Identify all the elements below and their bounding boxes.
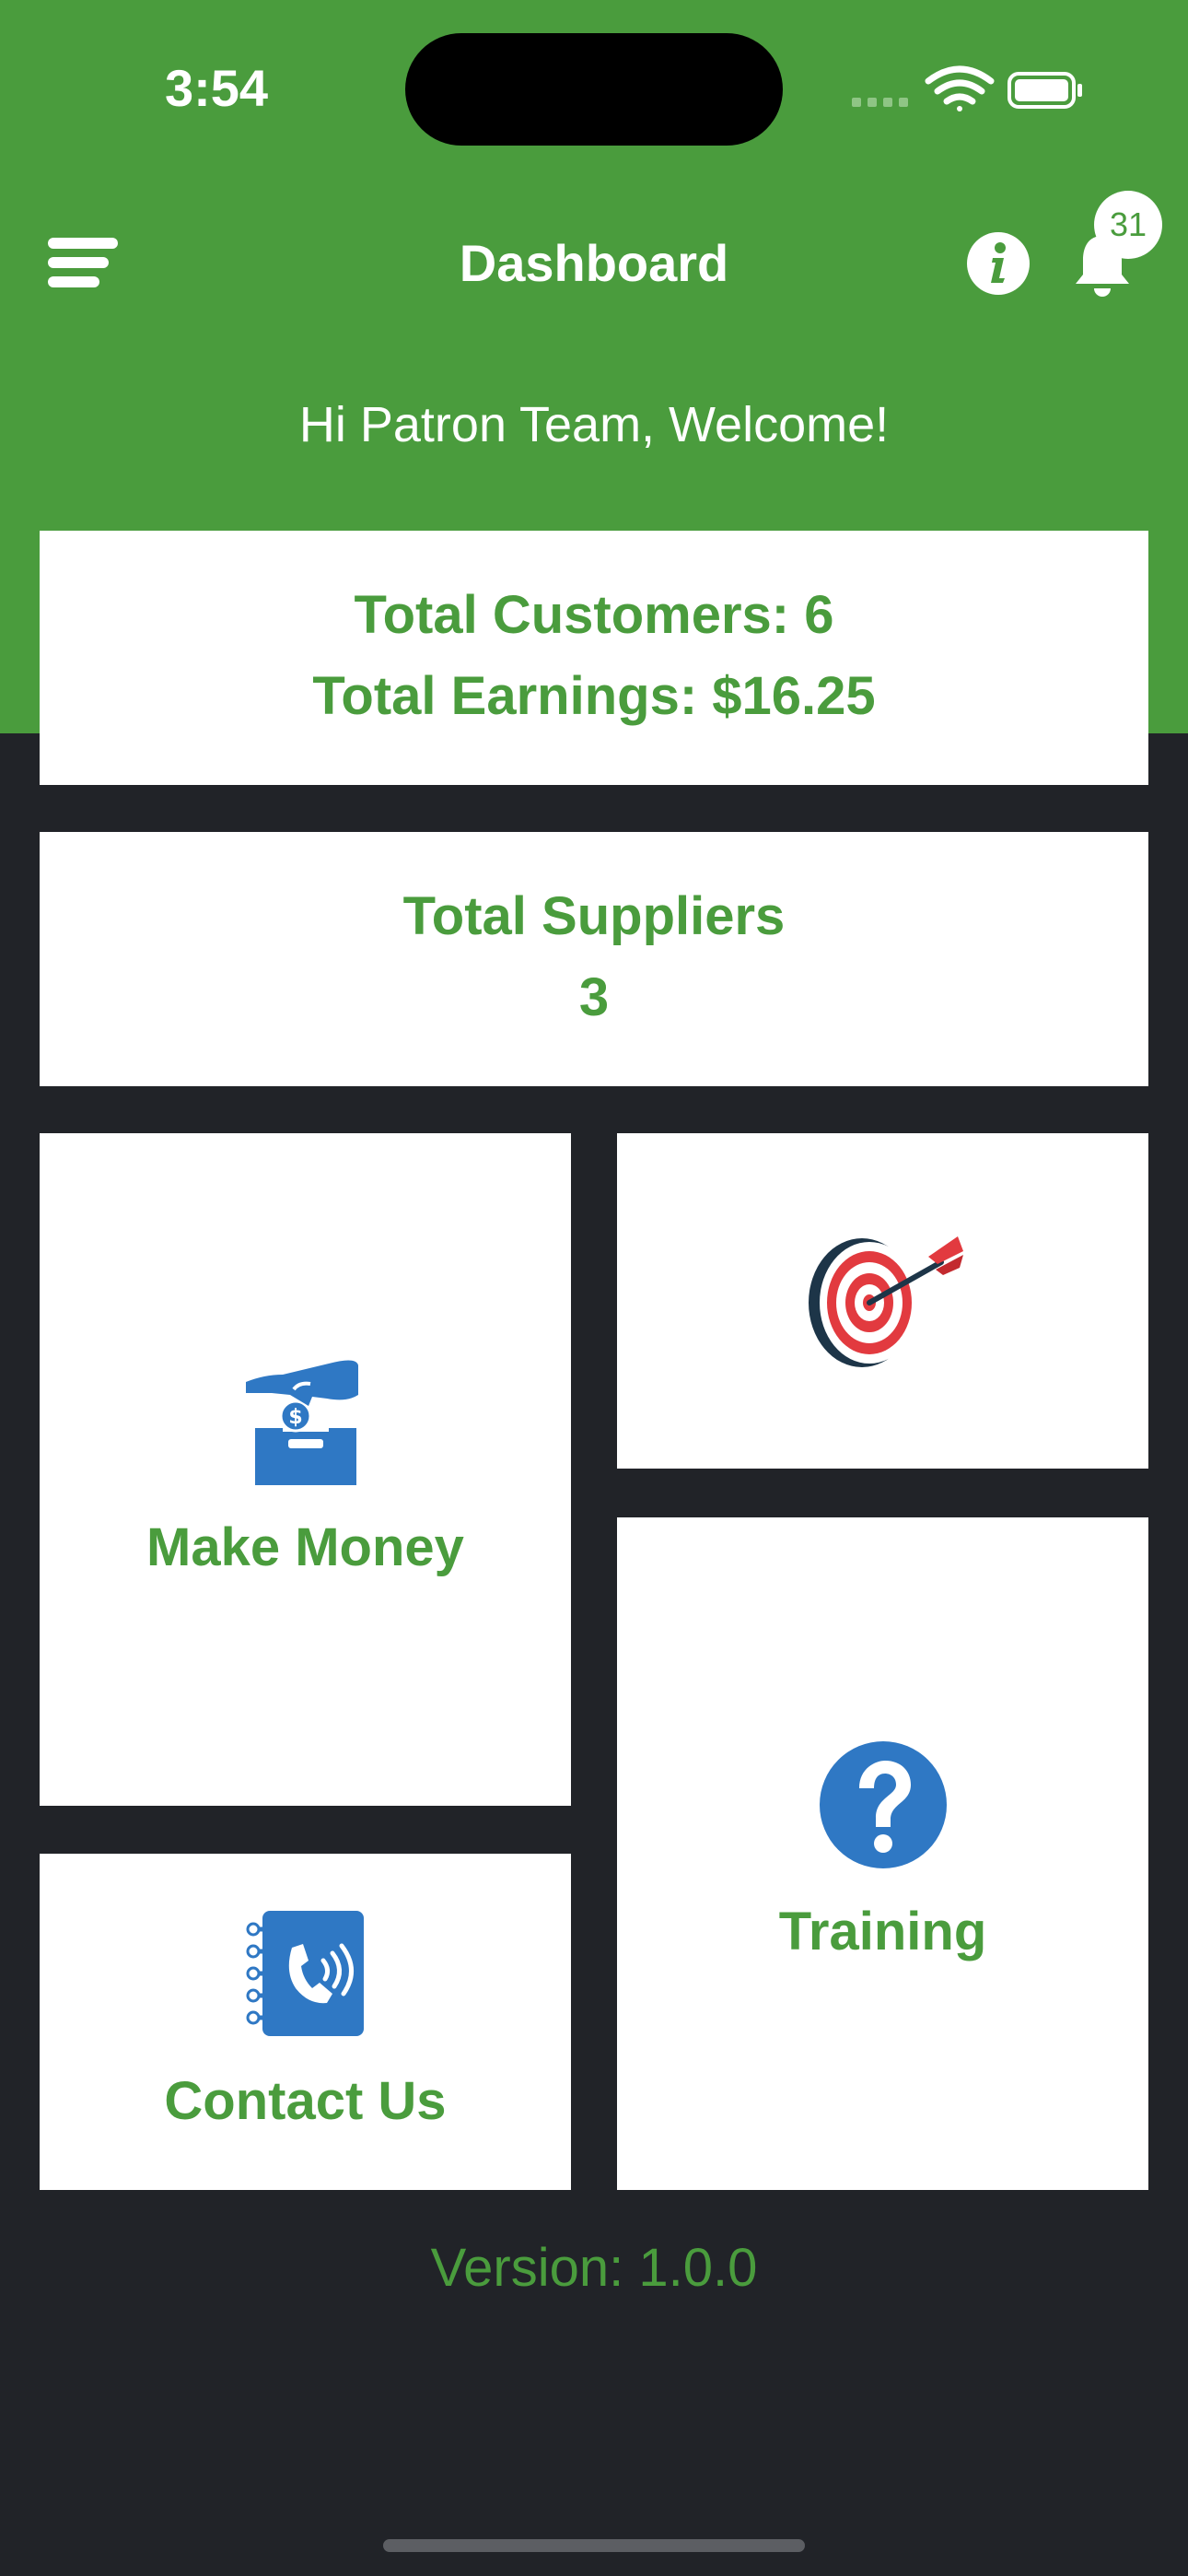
- signal-icon: [852, 98, 908, 107]
- status-icons: [847, 61, 1087, 116]
- notification-badge: 31: [1094, 191, 1162, 259]
- suppliers-card[interactable]: Total Suppliers 3: [40, 832, 1148, 1086]
- svg-text:$: $: [288, 1406, 302, 1429]
- donation-box-icon: $: [246, 1356, 366, 1490]
- training-tile[interactable]: Training: [617, 1517, 1148, 2190]
- customers-earnings-card[interactable]: Total Customers: 6 Total Earnings: $16.2…: [40, 531, 1148, 785]
- contact-us-label: Contact Us: [164, 2071, 447, 2131]
- total-earnings: Total Earnings: $16.25: [312, 666, 876, 726]
- battery-icon: [1007, 72, 1082, 109]
- phone-book-icon: [244, 1909, 369, 2043]
- home-indicator[interactable]: [383, 2539, 805, 2552]
- wifi-icon: [925, 65, 995, 111]
- training-label: Training: [778, 1902, 987, 1961]
- welcome-message: Hi Patron Team, Welcome!: [298, 397, 890, 452]
- total-customers: Total Customers: 6: [354, 585, 834, 645]
- question-icon: [819, 1740, 948, 1874]
- make-money-tile[interactable]: $ Make Money: [40, 1133, 571, 1806]
- info-icon: [967, 232, 1030, 295]
- dynamic-island: [405, 33, 783, 146]
- total-suppliers-value: 3: [578, 967, 610, 1027]
- goals-tile[interactable]: [617, 1133, 1148, 1469]
- info-button[interactable]: [965, 230, 1031, 297]
- menu-button[interactable]: [46, 230, 120, 295]
- status-time: 3:54: [164, 59, 269, 117]
- app-version: Version: 1.0.0: [430, 2238, 758, 2298]
- contact-us-tile[interactable]: Contact Us: [40, 1854, 571, 2190]
- page-title: Dashboard: [459, 234, 729, 292]
- target-icon: [801, 1227, 967, 1379]
- total-suppliers-label: Total Suppliers: [402, 886, 786, 946]
- make-money-label: Make Money: [146, 1517, 464, 1577]
- menu-icon: [48, 238, 118, 287]
